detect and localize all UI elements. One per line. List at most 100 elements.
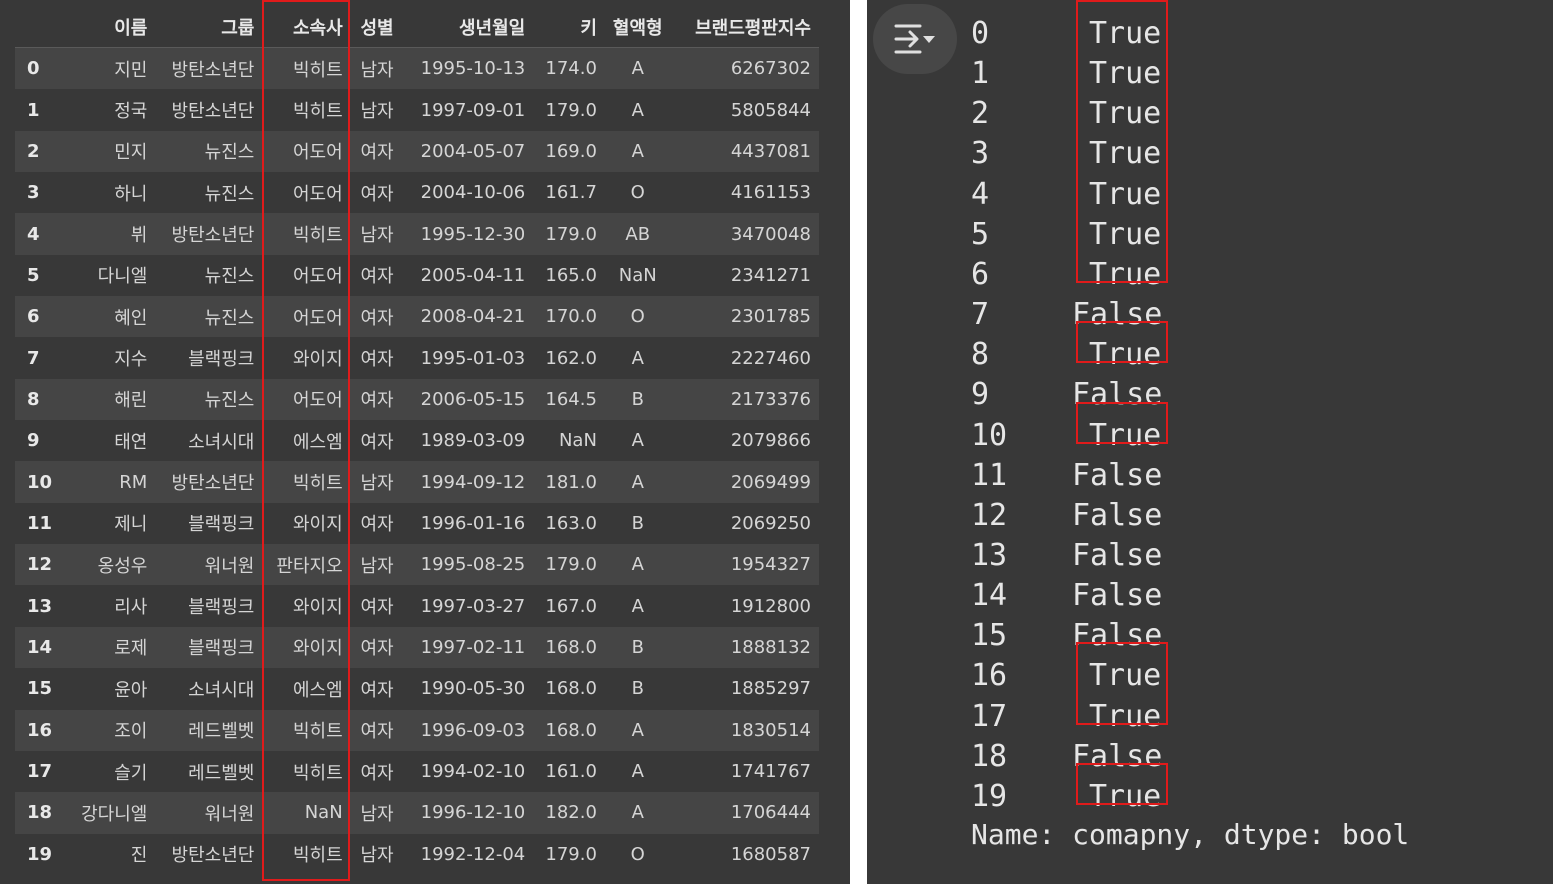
table-row: 19 진 방탄소년단 빅히트 남자 1992-12-04 179.0 O 1680587 <box>15 833 819 875</box>
cell-company: 와이지 <box>262 626 351 669</box>
table-row: 12 옹성우 워너원 판타지오 남자 1995-08-25 179.0 A 1954327 <box>15 544 819 586</box>
column-header-group: 그룹 <box>155 6 263 48</box>
table-row: 4 뷔 방탄소년단 빅히트 남자 1995-12-30 179.0 AB 3470048 <box>15 213 819 255</box>
cell-bloodtype: A <box>604 585 675 627</box>
cell-company: 에스엠 <box>262 420 351 462</box>
cell-birthdate: 1996-12-10 <box>401 792 534 834</box>
series-item: 13 False <box>867 538 1467 578</box>
cell-name: 정국 <box>67 89 156 131</box>
table-row: 7 지수 블랙핑크 와이지 여자 1995-01-03 162.0 A 2227460 <box>15 337 819 379</box>
cell-group: 방탄소년단 <box>155 833 263 875</box>
table-row: 3 하니 뉴진스 어도어 여자 2004-10-06 161.7 O 4161153 <box>15 172 819 214</box>
cell-brand-index: 3470048 <box>674 213 819 255</box>
cell-height: 162.0 <box>533 337 605 379</box>
series-value: False <box>1072 618 1163 654</box>
cell-birthdate: 2005-04-11 <box>401 254 534 297</box>
series-item: 7 False <box>867 297 1467 337</box>
cell-brand-index: 2341271 <box>674 254 819 297</box>
cell-group: 뉴진스 <box>155 296 263 338</box>
table-row: 17 슬기 레드벨벳 빅히트 여자 1994-02-10 161.0 A 1741767 <box>15 750 819 793</box>
series-value: True <box>1089 698 1162 734</box>
cell-brand-index: 6267302 <box>674 47 819 90</box>
cell-birthdate: 1989-03-09 <box>401 420 534 462</box>
cell-birthdate: 1996-01-16 <box>401 502 534 545</box>
dataframe-body: 0 지민 방탄소년단 빅히트 남자 1995-10-13 174.0 A 6267302 1 정국 방… <box>15 47 819 875</box>
cell-brand-index: 1680587 <box>674 833 819 875</box>
column-header-gender: 성별 <box>350 6 402 48</box>
cell-name: 혜인 <box>67 296 156 338</box>
series-value: False <box>1072 457 1163 493</box>
series-item: 3 True <box>867 136 1467 176</box>
cell-brand-index: 2069499 <box>674 461 819 503</box>
cell-company: 빅히트 <box>262 833 351 875</box>
cell-brand-index: 1741767 <box>674 750 819 793</box>
cell-height: 179.0 <box>533 89 605 131</box>
column-header-company: 소속사 <box>262 6 351 48</box>
series-item: 4 True <box>867 177 1467 217</box>
cell-bloodtype: AB <box>604 213 675 255</box>
cell-name: 조이 <box>67 709 156 751</box>
series-value: False <box>1072 578 1163 614</box>
cell-index: 0 <box>15 47 67 90</box>
cell-group: 뉴진스 <box>155 130 263 173</box>
cell-index: 7 <box>15 337 67 379</box>
cell-gender: 여자 <box>350 337 402 379</box>
column-header-height: 키 <box>533 6 605 48</box>
cell-group: 소녀시대 <box>155 668 263 710</box>
series-item: 19 True <box>867 779 1467 819</box>
cell-group: 레드벨벳 <box>155 750 263 793</box>
series-value: False <box>1072 738 1163 774</box>
cell-height: 179.0 <box>533 213 605 255</box>
series-value: True <box>1089 216 1162 252</box>
cell-bloodtype: A <box>604 544 675 586</box>
series-index: 5 <box>971 216 990 252</box>
cell-birthdate: 2008-04-21 <box>401 296 534 338</box>
series-index: 9 <box>971 377 990 413</box>
table-row: 0 지민 방탄소년단 빅히트 남자 1995-10-13 174.0 A 6267302 <box>15 47 819 90</box>
cell-birthdate: 1994-02-10 <box>401 750 534 793</box>
cell-company: 빅히트 <box>262 47 351 90</box>
cell-name: 옹성우 <box>67 544 156 586</box>
cell-height: 165.0 <box>533 254 605 297</box>
cell-brand-index: 1885297 <box>674 668 819 710</box>
cell-group: 방탄소년단 <box>155 461 263 503</box>
series-index: 16 <box>971 658 1008 694</box>
cell-bloodtype: A <box>604 420 675 462</box>
series-index: 12 <box>971 497 1008 533</box>
cell-group: 블랙핑크 <box>155 502 263 545</box>
cell-height: 168.0 <box>533 626 605 669</box>
cell-birthdate: 2006-05-15 <box>401 378 534 421</box>
cell-company: 빅히트 <box>262 709 351 751</box>
cell-height: 169.0 <box>533 130 605 173</box>
table-row: 14 로제 블랙핑크 와이지 여자 1997-02-11 168.0 B 1888132 <box>15 626 819 669</box>
cell-gender: 여자 <box>350 296 402 338</box>
cell-birthdate: 1996-09-03 <box>401 709 534 751</box>
cell-birthdate: 1997-09-01 <box>401 89 534 131</box>
cell-company: 와이지 <box>262 585 351 627</box>
cell-gender: 여자 <box>350 130 402 173</box>
cell-height: 168.0 <box>533 709 605 751</box>
table-row: 5 다니엘 뉴진스 어도어 여자 2005-04-11 165.0 NaN 2341271 <box>15 254 819 297</box>
cell-name: 슬기 <box>67 750 156 793</box>
cell-name: 해린 <box>67 378 156 421</box>
cell-gender: 여자 <box>350 709 402 751</box>
cell-birthdate: 1997-02-11 <box>401 626 534 669</box>
cell-brand-index: 4437081 <box>674 130 819 173</box>
series-item: 18 False <box>867 739 1467 779</box>
cell-index: 11 <box>15 502 67 545</box>
series-index: 11 <box>971 457 1008 493</box>
series-item: 16 True <box>867 658 1467 698</box>
cell-height: 179.0 <box>533 833 605 875</box>
cell-birthdate: 1997-03-27 <box>401 585 534 627</box>
cell-company: 빅히트 <box>262 89 351 131</box>
table-row: 6 혜인 뉴진스 어도어 여자 2008-04-21 170.0 O 2301785 <box>15 296 819 338</box>
cell-bloodtype: A <box>604 337 675 379</box>
cell-height: 163.0 <box>533 502 605 545</box>
series-item: 6 True <box>867 257 1467 297</box>
table-row: 10 RM 방탄소년단 빅히트 남자 1994-09-12 181.0 A 2069499 <box>15 461 819 503</box>
cell-brand-index: 1954327 <box>674 544 819 586</box>
cell-company: 판타지오 <box>262 544 351 586</box>
table-row: 15 윤아 소녀시대 에스엠 여자 1990-05-30 168.0 B 1885297 <box>15 668 819 710</box>
cell-height: 161.0 <box>533 750 605 793</box>
cell-index: 15 <box>15 668 67 710</box>
